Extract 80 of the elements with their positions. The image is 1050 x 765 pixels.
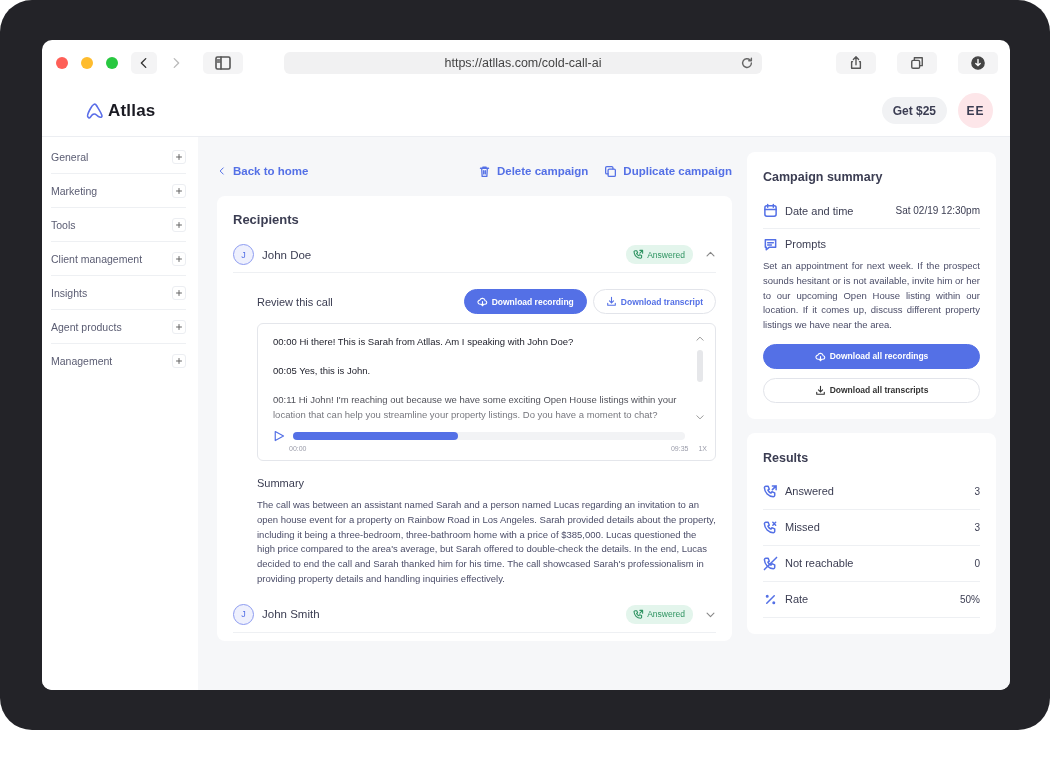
sidebar-icon [215, 55, 231, 70]
logo-icon [86, 102, 104, 119]
download-transcript-button[interactable]: Download transcript [592, 289, 716, 314]
back-link[interactable]: Back to home [217, 165, 309, 177]
share-button[interactable] [836, 51, 876, 74]
duplicate-campaign-button[interactable]: Duplicate campaign [604, 164, 732, 178]
result-label: Answered [785, 485, 834, 498]
promo-button[interactable]: Get $25 [881, 97, 947, 124]
sidebar-toggle-button[interactable] [203, 51, 243, 74]
copy-icon [604, 164, 618, 178]
recipient-name: John Smith [262, 608, 321, 621]
download-recordings-button[interactable]: Download all recordings [763, 344, 980, 369]
recipient-name: John Doe [262, 248, 313, 261]
chat-icon [763, 236, 778, 252]
phone-missed-icon [763, 520, 778, 535]
result-value: 3 [974, 522, 980, 533]
avatar-initial: J [233, 244, 254, 265]
card-title: Campaign summary [763, 170, 884, 184]
trash-icon [477, 164, 491, 178]
user-avatar[interactable]: EE [958, 93, 993, 128]
result-label: Rate [785, 593, 809, 606]
sidebar-item[interactable]: Marketing [51, 174, 186, 208]
sidebar-item[interactable]: Client management [51, 242, 186, 276]
tabs-button[interactable] [897, 51, 937, 74]
status-badge: Answered [626, 604, 693, 624]
url-text: https://atllas.com/cold-call-ai [444, 55, 602, 70]
date-label: Date and time [785, 204, 854, 217]
address-bar[interactable]: https://atllas.com/cold-call-ai [284, 51, 762, 74]
share-icon [849, 55, 863, 70]
percent-icon [763, 592, 778, 607]
download-icon [814, 385, 826, 396]
chevron-up-icon[interactable] [695, 334, 705, 344]
phone-icon [633, 249, 645, 260]
review-title: Review this call [257, 295, 334, 308]
maximize-window-button[interactable] [106, 56, 118, 69]
result-value: 50% [960, 594, 980, 605]
summary-text: The call was between an assistant named Sarah and a person named Lucas regarding an invitation to an open house event for a property on Rainbow Road in Los Angeles. Sarah provided details about the property, including it being a three-bedroom, three-bathroom home with a price of $385,000. Lucas questioned the high price compared to the area's average, but Sarah offered to double-check the details. In the end, Lucas decided to end the call and Sarah thanked him for his time. The call showcased Sarah's professionalism in providing property details and handling inquiries effectively. [257, 498, 716, 586]
play-button[interactable] [273, 430, 285, 442]
download-icon [605, 296, 617, 307]
sidebar-item[interactable]: Tools [51, 208, 186, 242]
transcript-line: 00:11 Hi John! I'm reaching out because we have some exciting Open House listings within your location that can help you streamline your property listings. Do you have a moment to chat? [273, 393, 678, 422]
date-value: Sat 02/19 12:30pm [895, 205, 980, 216]
transcript-line: 00:00 Hi there! This is Sarah from Atllas. Am I speaking with John Doe? [273, 335, 575, 349]
download-transcripts-button[interactable]: Download all transcripts [763, 378, 980, 403]
downloads-button[interactable] [958, 51, 998, 74]
calendar-icon [763, 203, 778, 218]
prompts-text: Set an appointment for next week. If the prospect sounds hesitant or is not available, invite him or her to our upcoming Open House listing within our location. If it comes up, discuss different property listings we have near the area. [763, 259, 980, 333]
cloud-download-icon [814, 351, 826, 362]
download-recording-button[interactable]: Download recording [463, 289, 587, 314]
chevron-down-icon[interactable] [695, 412, 705, 422]
phone-icon [633, 608, 645, 620]
status-badge: Answered [626, 245, 693, 264]
phone-outgoing-icon [763, 484, 778, 499]
result-value: 0 [974, 558, 980, 569]
scrollbar[interactable] [697, 350, 703, 382]
result-label: Missed [785, 521, 820, 534]
tabs-icon [910, 55, 924, 70]
result-value: 3 [974, 486, 980, 497]
sidebar-item[interactable]: Agent products [51, 310, 186, 344]
summary-title: Summary [257, 477, 306, 489]
progress-track[interactable] [293, 432, 685, 440]
sidebar-item[interactable]: General [51, 140, 186, 174]
delete-campaign-button[interactable]: Delete campaign [477, 164, 589, 178]
prompts-label: Prompts [785, 238, 826, 250]
close-window-button[interactable] [56, 56, 68, 69]
section-title: Recipients [233, 212, 300, 227]
result-label: Not reachable [785, 557, 854, 570]
avatar-initial: J [233, 603, 254, 625]
cloud-download-icon [476, 296, 488, 307]
transcript-line: 00:05 Yes, this is John. [273, 364, 372, 378]
sidebar-item[interactable]: Insights [51, 276, 186, 310]
reload-icon[interactable] [740, 55, 754, 70]
download-icon [971, 55, 985, 70]
back-button[interactable] [131, 51, 157, 74]
card-title: Results [763, 451, 810, 465]
chevron-left-icon [217, 166, 227, 176]
sidebar-item[interactable]: Management [51, 344, 186, 378]
play-icon [273, 430, 285, 442]
phone-off-icon [763, 556, 778, 571]
logo-text: Atllas [108, 100, 156, 121]
